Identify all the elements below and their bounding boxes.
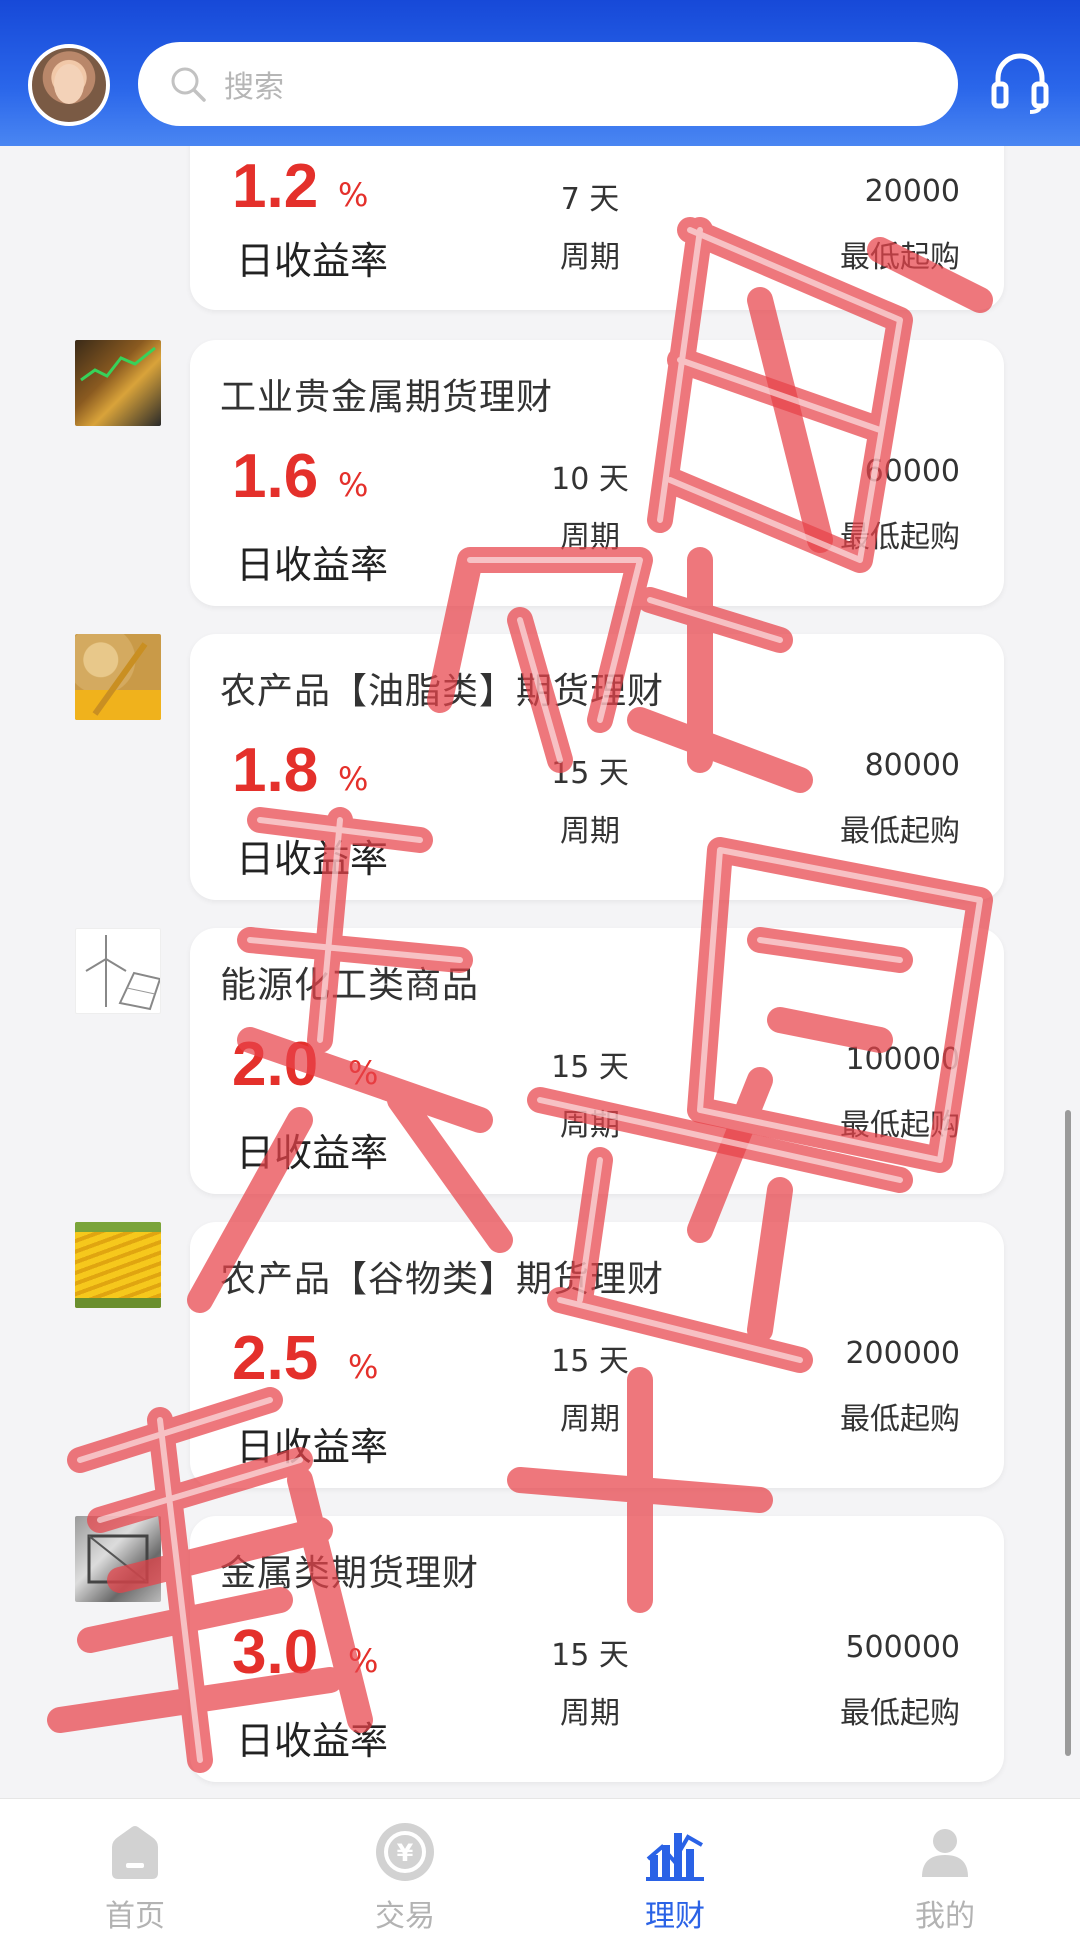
min-purchase-label: 最低起购 <box>840 520 960 555</box>
daily-rate-label: 日收益率 <box>236 543 389 587</box>
rate-unit: % <box>338 466 369 504</box>
app-root: 1.2 % 日收益率 7 天 周期 20000 最低起购 工业贵金属期货理财 1… <box>0 0 1080 1933</box>
daily-rate-value: 3.0 <box>232 1618 319 1687</box>
min-purchase-value: 100000 <box>845 1042 960 1077</box>
daily-rate-value: 1.2 <box>232 152 319 221</box>
daily-rate-label: 日收益率 <box>236 1719 389 1763</box>
nav-item-wealth[interactable]: 理财 <box>540 1799 810 1933</box>
nav-item-mine[interactable]: 我的 <box>810 1799 1080 1933</box>
metal-bar-icon <box>87 1534 149 1584</box>
nav-item-trade[interactable]: ¥ 交易 <box>270 1799 540 1933</box>
rate-unit: % <box>338 760 369 798</box>
daily-rate-value: 2.5 <box>232 1324 319 1393</box>
period-value: 10 天 <box>551 462 629 497</box>
user-icon <box>922 1829 968 1877</box>
nav-label-wealth: 理财 <box>645 1899 705 1933</box>
nav-label-trade: 交易 <box>375 1899 435 1933</box>
rate-unit: % <box>338 176 369 214</box>
period-value: 15 天 <box>551 1638 629 1673</box>
min-purchase-value: 20000 <box>864 174 960 209</box>
headset-icon[interactable] <box>990 50 1050 116</box>
period-label: 周期 <box>560 1108 620 1143</box>
rate-unit: % <box>348 1054 379 1092</box>
top-header: 搜索 <box>0 0 1080 146</box>
product-card[interactable]: 工业贵金属期货理财 1.6 % 日收益率 10 天 周期 60000 最低起购 <box>190 340 1004 606</box>
product-title: 工业贵金属期货理财 <box>220 377 554 418</box>
nav-item-home[interactable]: 首页 <box>0 1799 270 1933</box>
min-purchase-label: 最低起购 <box>840 1402 960 1437</box>
daily-rate-label: 日收益率 <box>236 1131 389 1175</box>
product-title: 金属类期货理财 <box>220 1553 480 1594</box>
period-value: 7 天 <box>560 182 620 217</box>
search-input[interactable]: 搜索 <box>138 42 958 126</box>
period-label: 周期 <box>560 1402 620 1437</box>
home-icon <box>112 1826 158 1879</box>
product-title: 能源化工类商品 <box>220 965 480 1006</box>
period-label: 周期 <box>560 814 620 849</box>
chart-line-icon <box>80 346 156 382</box>
grain-icon <box>75 642 161 720</box>
product-card[interactable]: 农产品【油脂类】期货理财 1.8 % 日收益率 15 天 周期 80000 最低… <box>190 634 1004 900</box>
period-label: 周期 <box>560 1696 620 1731</box>
product-thumbnail-soybeans <box>75 634 161 720</box>
search-placeholder: 搜索 <box>224 70 284 105</box>
product-thumbnail-corn <box>75 1222 161 1308</box>
period-label: 周期 <box>560 520 620 555</box>
search-icon <box>171 67 206 102</box>
min-purchase-label: 最低起购 <box>840 814 960 849</box>
product-card[interactable]: 能源化工类商品 2.0 % 日收益率 15 天 周期 100000 最低起购 <box>190 928 1004 1194</box>
product-card[interactable]: 金属类期货理财 3.0 % 日收益率 15 天 周期 500000 最低起购 <box>190 1516 1004 1782</box>
daily-rate-label: 日收益率 <box>236 837 389 881</box>
daily-rate-value: 1.6 <box>232 442 319 511</box>
product-title: 农产品【谷物类】期货理财 <box>220 1259 665 1300</box>
chart-icon <box>646 1833 704 1881</box>
product-thumbnail-metal <box>75 1516 161 1602</box>
daily-rate-label: 日收益率 <box>236 1425 389 1469</box>
daily-rate-label: 日收益率 <box>236 239 389 283</box>
min-purchase-label: 最低起购 <box>840 240 960 275</box>
avatar-icon[interactable] <box>28 44 110 126</box>
svg-text:¥: ¥ <box>397 1839 414 1867</box>
rate-unit: % <box>348 1642 379 1680</box>
product-card[interactable]: 农产品【谷物类】期货理财 2.5 % 日收益率 15 天 周期 200000 最… <box>190 1222 1004 1488</box>
min-purchase-value: 80000 <box>864 748 960 783</box>
period-value: 15 天 <box>551 1050 629 1085</box>
bottom-nav: 首页 ¥ 交易 理财 我的 <box>0 1798 1080 1933</box>
yuan-exchange-icon: ¥ <box>376 1823 434 1881</box>
period-label: 周期 <box>560 240 620 275</box>
daily-rate-value: 2.0 <box>232 1030 319 1099</box>
daily-rate-value: 1.8 <box>232 736 319 805</box>
product-thumbnail-energy <box>75 928 161 1014</box>
corn-icon <box>75 1222 161 1308</box>
min-purchase-label: 最低起购 <box>840 1696 960 1731</box>
product-title: 农产品【油脂类】期货理财 <box>220 671 665 712</box>
period-value: 15 天 <box>551 756 629 791</box>
period-value: 15 天 <box>551 1344 629 1379</box>
min-purchase-value: 500000 <box>845 1630 960 1665</box>
product-list[interactable]: 1.2 % 日收益率 7 天 周期 20000 最低起购 工业贵金属期货理财 1… <box>0 0 1080 1798</box>
nav-label-mine: 我的 <box>915 1899 975 1933</box>
min-purchase-label: 最低起购 <box>840 1108 960 1143</box>
min-purchase-value: 60000 <box>864 454 960 489</box>
scrollbar[interactable] <box>1065 1110 1071 1756</box>
nav-label-home: 首页 <box>105 1899 165 1933</box>
wind-turbine-icon <box>85 935 160 1011</box>
product-thumbnail-gold <box>75 340 161 426</box>
min-purchase-value: 200000 <box>845 1336 960 1371</box>
rate-unit: % <box>348 1348 379 1386</box>
